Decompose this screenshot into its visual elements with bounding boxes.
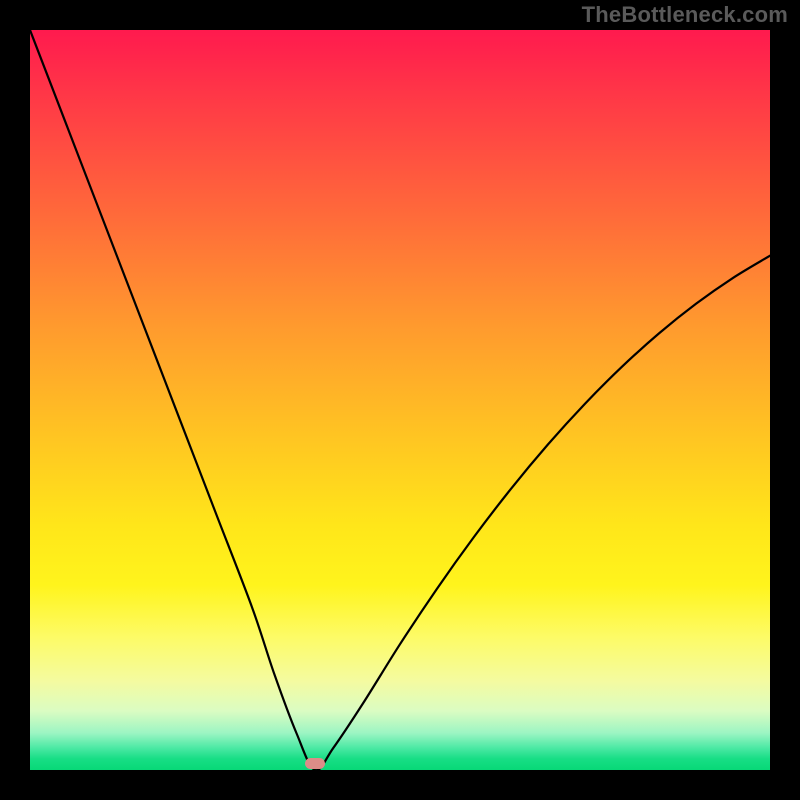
chart-frame: TheBottleneck.com bbox=[0, 0, 800, 800]
watermark-text: TheBottleneck.com bbox=[582, 2, 788, 28]
plot-area bbox=[30, 30, 770, 770]
curve-svg bbox=[30, 30, 770, 770]
optimum-marker bbox=[305, 758, 325, 769]
bottleneck-curve-line bbox=[30, 30, 770, 770]
